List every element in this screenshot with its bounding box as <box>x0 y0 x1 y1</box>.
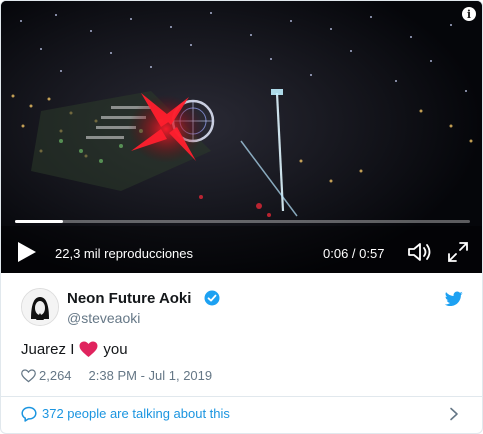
info-icon[interactable]: i <box>462 7 476 21</box>
red-heart-emoji-icon <box>79 341 98 358</box>
video-progress-fill <box>15 220 63 223</box>
embedded-tweet-card: i 22,3 mil reproducciones 0:06 / 0:57 Ne… <box>0 0 483 434</box>
author-name[interactable]: Neon Future Aoki <box>67 290 191 307</box>
play-icon[interactable] <box>17 241 37 263</box>
conversation-link[interactable]: 372 people are talking about this <box>1 397 482 433</box>
view-count: 22,3 mil reproducciones <box>55 246 194 261</box>
volume-icon[interactable] <box>407 241 433 263</box>
tweet-text: Juarez I you <box>21 341 128 358</box>
twitter-bird-icon[interactable] <box>445 291 463 307</box>
conversation-link-label: 372 people are talking about this <box>42 406 230 421</box>
comment-bubble-icon <box>21 406 37 422</box>
tweet-text-after: you <box>103 341 128 358</box>
heart-outline-icon[interactable] <box>21 368 36 383</box>
video-progress-bar[interactable] <box>15 220 470 223</box>
tweet-text-before: Juarez I <box>21 341 75 358</box>
avatar-image <box>22 289 58 325</box>
tweet-meta: 2,264 2:38 PM - Jul 1, 2019 <box>21 368 212 383</box>
like-count[interactable]: 2,264 <box>39 368 72 383</box>
video-timecode: 0:06 / 0:57 <box>323 246 385 261</box>
video-player[interactable]: i 22,3 mil reproducciones 0:06 / 0:57 <box>1 1 482 273</box>
fullscreen-icon[interactable] <box>447 241 469 263</box>
video-controls: 22,3 mil reproducciones 0:06 / 0:57 <box>1 233 482 269</box>
author-handle[interactable]: @steveaoki <box>67 310 140 326</box>
tweet-body: Neon Future Aoki @steveaoki Juarez I you… <box>1 273 482 433</box>
chevron-right-icon <box>450 407 458 421</box>
tweet-timestamp[interactable]: 2:38 PM - Jul 1, 2019 <box>89 368 213 383</box>
avatar[interactable] <box>21 288 59 326</box>
verified-badge-icon <box>204 290 220 306</box>
